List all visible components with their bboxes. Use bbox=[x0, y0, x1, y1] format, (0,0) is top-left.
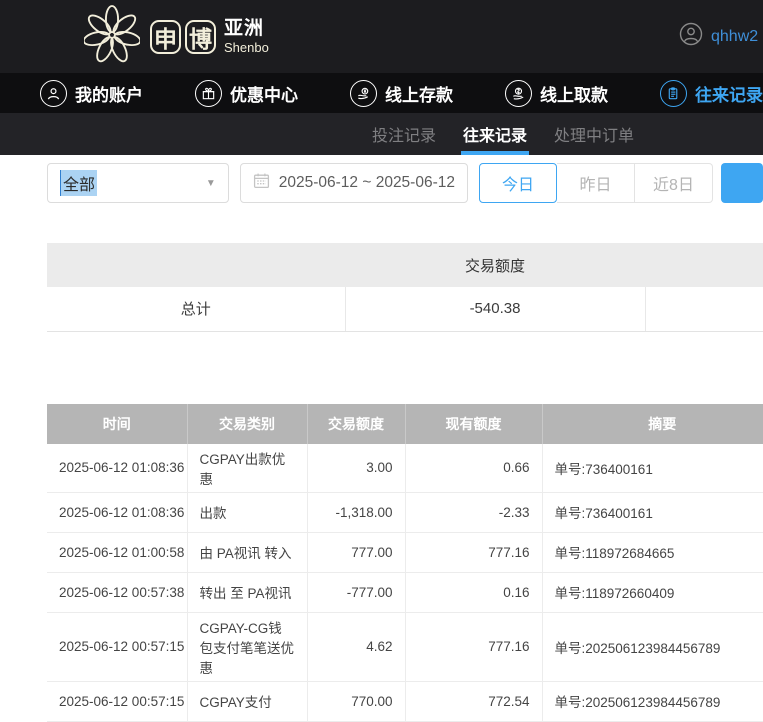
nav-item-my-account[interactable]: 我的账户 bbox=[40, 80, 143, 107]
col-header-type: 交易类别 bbox=[187, 404, 307, 444]
summary-empty-cell bbox=[645, 287, 763, 331]
tab-label: 处理中订单 bbox=[554, 122, 634, 146]
tab-label: 往来记录 bbox=[463, 122, 527, 146]
records-table: 时间 交易类别 交易额度 现有额度 摘要 2025-06-12 01:08:36… bbox=[47, 404, 763, 722]
table-row: 2025-06-12 00:57:15 CGPAY支付 770.00 772.5… bbox=[47, 681, 763, 721]
cell-time: 2025-06-12 01:08:36 bbox=[47, 444, 187, 493]
nav-item-promotions[interactable]: 优惠中心 bbox=[195, 80, 298, 107]
cell-memo: 单号:118972660409 bbox=[542, 572, 763, 612]
withdraw-icon bbox=[505, 80, 532, 107]
tab-processing-orders[interactable]: 处理中订单 bbox=[554, 113, 634, 155]
active-tab-underline bbox=[461, 151, 529, 155]
table-row: 2025-06-12 01:00:58 由 PA视讯 转入 777.00 777… bbox=[47, 532, 763, 572]
record-tabs: 投注记录 往来记录 处理中订单 bbox=[0, 113, 763, 155]
cell-memo: 单号:202506123984456789 bbox=[542, 612, 763, 681]
nav-label: 线上取款 bbox=[540, 81, 608, 106]
cell-amount: 770.00 bbox=[307, 681, 405, 721]
tab-label: 投注记录 bbox=[372, 122, 436, 146]
table-row: 2025-06-12 01:08:36 CGPAY出款优惠 3.00 0.66 … bbox=[47, 444, 763, 493]
chevron-down-icon: ▼ bbox=[206, 178, 216, 189]
nav-label: 往来记录 bbox=[695, 81, 763, 106]
table-row: 2025-06-12 01:08:36 出款 -1,318.00 -2.33 单… bbox=[47, 492, 763, 532]
col-header-balance: 现有额度 bbox=[405, 404, 542, 444]
nav-label: 我的账户 bbox=[75, 81, 143, 106]
nav-label: 线上存款 bbox=[385, 81, 453, 106]
cell-memo: 单号:118972684665 bbox=[542, 532, 763, 572]
tab-transaction-records[interactable]: 往来记录 bbox=[463, 113, 527, 155]
quick-date-buttons: 今日 昨日 近8日 bbox=[479, 163, 713, 203]
brand-char-shen: 申 bbox=[150, 20, 181, 54]
table-row: 2025-06-12 00:57:15 CGPAY-CG钱包支付笔笔送优惠 4.… bbox=[47, 612, 763, 681]
type-select[interactable]: 全部 ▼ bbox=[47, 163, 229, 203]
nav-item-online-withdrawal[interactable]: 线上取款 bbox=[505, 80, 608, 107]
last-8-days-button[interactable]: 近8日 bbox=[635, 163, 713, 203]
cell-type: CGPAY出款优惠 bbox=[187, 444, 307, 493]
top-header: 申 博 亚洲 Shenbo qhhw2 bbox=[0, 0, 763, 73]
cell-balance: 777.16 bbox=[405, 612, 542, 681]
cell-type: 出款 bbox=[187, 492, 307, 532]
cell-balance: -2.33 bbox=[405, 492, 542, 532]
cell-time: 2025-06-12 00:57:38 bbox=[47, 572, 187, 612]
cell-amount: 3.00 bbox=[307, 444, 405, 493]
cell-balance: 0.16 bbox=[405, 572, 542, 612]
yesterday-button[interactable]: 昨日 bbox=[557, 163, 635, 203]
gift-icon bbox=[195, 80, 222, 107]
brand-subtitle: Shenbo bbox=[224, 41, 269, 54]
brand-flower-icon bbox=[84, 5, 140, 68]
summary-header: 交易额度 bbox=[47, 243, 763, 287]
username-label: qhhw2 bbox=[711, 28, 758, 46]
col-header-memo: 摘要 bbox=[542, 404, 763, 444]
user-avatar-icon bbox=[679, 22, 703, 51]
tab-betting-records[interactable]: 投注记录 bbox=[372, 113, 436, 155]
nav-item-transaction-records[interactable]: 往来记录 bbox=[660, 80, 763, 107]
cell-type: CGPAY-CG钱包支付笔笔送优惠 bbox=[187, 612, 307, 681]
summary-total-label: 总计 bbox=[47, 287, 345, 331]
user-icon bbox=[40, 80, 67, 107]
cell-memo: 单号:736400161 bbox=[542, 444, 763, 493]
calendar-icon bbox=[253, 172, 270, 194]
brand-suffix: 亚洲 bbox=[224, 19, 269, 38]
date-range-input[interactable]: 2025-06-12 ~ 2025-06-12 bbox=[240, 163, 468, 203]
cell-time: 2025-06-12 00:57:15 bbox=[47, 612, 187, 681]
date-range-value: 2025-06-12 ~ 2025-06-12 bbox=[279, 174, 455, 192]
cell-time: 2025-06-12 01:00:58 bbox=[47, 532, 187, 572]
table-row: 2025-06-12 00:57:38 转出 至 PA视讯 -777.00 0.… bbox=[47, 572, 763, 612]
deposit-icon bbox=[350, 80, 377, 107]
summary-table: 交易额度 总计 -540.38 bbox=[47, 243, 763, 332]
cell-type: 由 PA视讯 转入 bbox=[187, 532, 307, 572]
table-header-row: 时间 交易类别 交易额度 现有额度 摘要 bbox=[47, 404, 763, 444]
col-header-amount: 交易额度 bbox=[307, 404, 405, 444]
cell-time: 2025-06-12 01:08:36 bbox=[47, 492, 187, 532]
cell-amount: 777.00 bbox=[307, 532, 405, 572]
filter-bar: 全部 ▼ 2025-06-12 ~ 2025-06-12 今日 昨日 近8日 bbox=[47, 163, 763, 203]
today-button[interactable]: 今日 bbox=[479, 163, 557, 203]
cell-type: CGPAY支付 bbox=[187, 681, 307, 721]
cell-balance: 777.16 bbox=[405, 532, 542, 572]
cell-time: 2025-06-12 00:57:15 bbox=[47, 681, 187, 721]
cell-amount: 4.62 bbox=[307, 612, 405, 681]
brand-char-bo: 博 bbox=[185, 20, 216, 54]
summary-total-value: -540.38 bbox=[345, 287, 645, 331]
nav-label: 优惠中心 bbox=[230, 81, 298, 106]
cell-memo: 单号:736400161 bbox=[542, 492, 763, 532]
cell-memo: 单号:202506123984456789 bbox=[542, 681, 763, 721]
cell-amount: -1,318.00 bbox=[307, 492, 405, 532]
cell-amount: -777.00 bbox=[307, 572, 405, 612]
records-icon bbox=[660, 80, 687, 107]
brand-logo[interactable]: 申 博 亚洲 Shenbo bbox=[84, 5, 269, 68]
search-button-partial[interactable] bbox=[721, 163, 763, 203]
col-header-time: 时间 bbox=[47, 404, 187, 444]
cell-balance: 772.54 bbox=[405, 681, 542, 721]
nav-item-online-deposit[interactable]: 线上存款 bbox=[350, 80, 453, 107]
main-navigation: 我的账户 优惠中心 线上存款 线上取款 bbox=[0, 73, 763, 113]
type-select-value: 全部 bbox=[60, 170, 97, 196]
user-account[interactable]: qhhw2 bbox=[679, 22, 763, 51]
cell-type: 转出 至 PA视讯 bbox=[187, 572, 307, 612]
cell-balance: 0.66 bbox=[405, 444, 542, 493]
